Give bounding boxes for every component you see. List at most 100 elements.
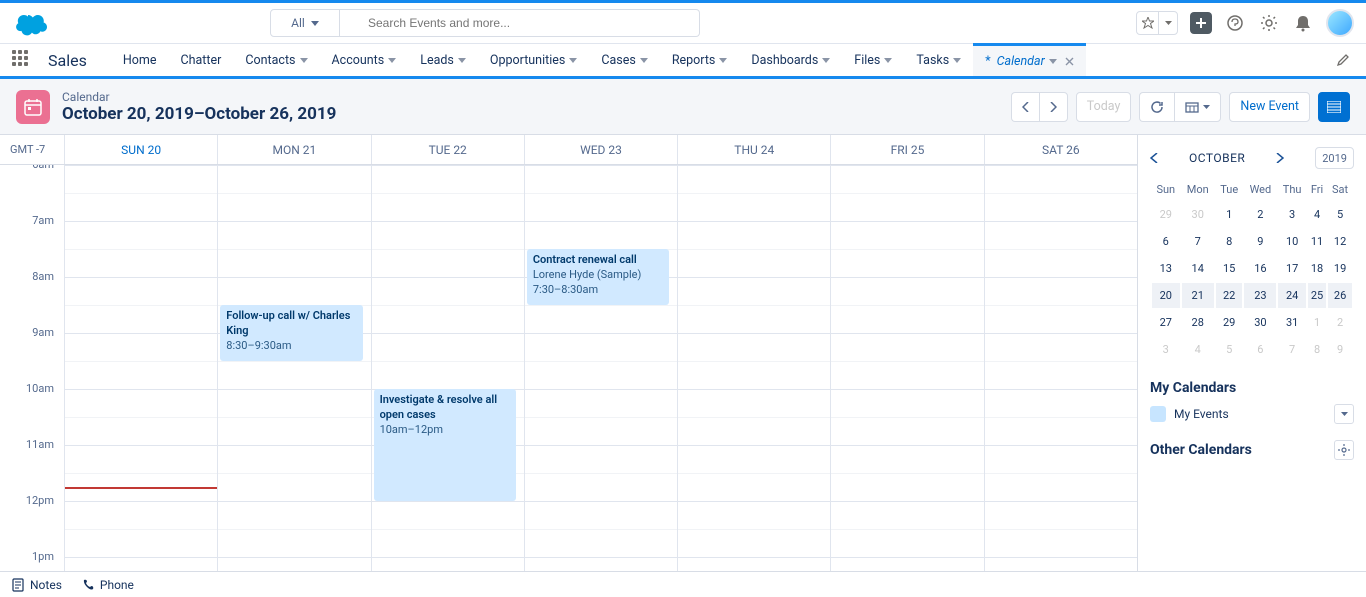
refresh-button[interactable]: [1139, 92, 1174, 122]
mini-cal-day[interactable]: 10: [1278, 229, 1306, 254]
mini-cal-day[interactable]: 6: [1152, 229, 1180, 254]
chevron-down-icon[interactable]: [388, 58, 396, 63]
phone-utility[interactable]: Phone: [82, 578, 134, 592]
mini-cal-day[interactable]: 24: [1278, 283, 1306, 308]
mini-cal-day[interactable]: 2: [1244, 202, 1276, 227]
mini-cal-day[interactable]: 14: [1182, 256, 1214, 281]
chevron-down-icon[interactable]: [719, 58, 727, 63]
day-column[interactable]: [677, 165, 830, 571]
search-input[interactable]: [340, 9, 700, 37]
search-scope-dropdown[interactable]: All: [270, 9, 340, 37]
mini-cal-day[interactable]: 8: [1308, 337, 1326, 362]
mini-cal-day[interactable]: 4: [1308, 202, 1326, 227]
mini-cal-next-button[interactable]: [1276, 153, 1284, 163]
user-avatar[interactable]: [1326, 9, 1354, 37]
nav-tab-files[interactable]: Files: [842, 44, 904, 76]
chevron-down-icon[interactable]: [300, 58, 308, 63]
mini-cal-day[interactable]: 12: [1328, 229, 1352, 254]
chevron-down-icon[interactable]: [822, 58, 830, 63]
day-column[interactable]: [64, 165, 217, 571]
mini-cal-day[interactable]: 31: [1278, 310, 1306, 335]
chevron-down-icon[interactable]: [458, 58, 466, 63]
my-events-color-swatch[interactable]: [1150, 406, 1166, 422]
nav-tab-dashboards[interactable]: Dashboards: [739, 44, 842, 76]
mini-cal-day[interactable]: 16: [1244, 256, 1276, 281]
mini-cal-day[interactable]: 19: [1328, 256, 1352, 281]
mini-cal-day[interactable]: 3: [1152, 337, 1180, 362]
mini-cal-day[interactable]: 30: [1182, 202, 1214, 227]
chevron-down-icon[interactable]: [640, 58, 648, 63]
nav-tab-chatter[interactable]: Chatter: [168, 44, 233, 76]
next-week-button[interactable]: [1039, 92, 1068, 122]
day-column[interactable]: [830, 165, 983, 571]
mini-cal-day[interactable]: 13: [1152, 256, 1180, 281]
mini-cal-day[interactable]: 5: [1328, 202, 1352, 227]
nav-tab-calendar[interactable]: Calendar: [973, 43, 1086, 76]
mini-cal-day[interactable]: 3: [1278, 202, 1306, 227]
calendar-event[interactable]: Contract renewal callLorene Hyde (Sample…: [527, 249, 669, 305]
day-column[interactable]: Contract renewal callLorene Hyde (Sample…: [524, 165, 677, 571]
mini-cal-day[interactable]: 8: [1216, 229, 1242, 254]
nav-tab-leads[interactable]: Leads: [408, 44, 478, 76]
mini-cal-day[interactable]: 11: [1308, 229, 1326, 254]
mini-cal-day[interactable]: 28: [1182, 310, 1214, 335]
mini-cal-day[interactable]: 7: [1182, 229, 1214, 254]
mini-cal-day[interactable]: 21: [1182, 283, 1214, 308]
day-header[interactable]: FRI 25: [830, 135, 983, 164]
nav-tab-opportunities[interactable]: Opportunities: [478, 44, 589, 76]
mini-cal-day[interactable]: 27: [1152, 310, 1180, 335]
nav-tab-contacts[interactable]: Contacts: [233, 44, 319, 76]
edit-nav-pencil-icon[interactable]: [1336, 53, 1350, 67]
salesforce-logo[interactable]: [12, 9, 52, 37]
app-launcher-icon[interactable]: [12, 50, 32, 70]
mini-cal-day[interactable]: 22: [1216, 283, 1242, 308]
prev-week-button[interactable]: [1011, 92, 1039, 122]
calendar-event[interactable]: Investigate & resolve all open cases10am…: [374, 389, 516, 501]
mini-cal-prev-button[interactable]: [1150, 153, 1158, 163]
mini-cal-year[interactable]: 2019: [1315, 147, 1354, 169]
mini-cal-day[interactable]: 1: [1308, 310, 1326, 335]
side-panel-toggle-button[interactable]: [1318, 92, 1350, 122]
day-header[interactable]: MON 21: [217, 135, 370, 164]
calendar-event[interactable]: Follow-up call w/ Charles King8:30–9:30a…: [220, 305, 362, 361]
close-icon[interactable]: [1065, 57, 1074, 66]
view-dropdown-button[interactable]: [1174, 92, 1221, 122]
day-header[interactable]: TUE 22: [371, 135, 524, 164]
mini-cal-day[interactable]: 4: [1182, 337, 1214, 362]
favorites-button[interactable]: [1136, 11, 1178, 35]
mini-cal-day[interactable]: 6: [1244, 337, 1276, 362]
today-button[interactable]: Today: [1076, 92, 1132, 122]
day-header[interactable]: SUN 20: [64, 135, 217, 164]
chevron-down-icon[interactable]: [884, 58, 892, 63]
other-calendars-settings-button[interactable]: [1334, 440, 1354, 460]
mini-cal-day[interactable]: 20: [1152, 283, 1180, 308]
day-header[interactable]: SAT 26: [984, 135, 1137, 164]
mini-cal-day[interactable]: 29: [1152, 202, 1180, 227]
mini-cal-day[interactable]: 5: [1216, 337, 1242, 362]
mini-cal-day[interactable]: 17: [1278, 256, 1306, 281]
chevron-down-icon[interactable]: [1049, 59, 1057, 64]
mini-cal-day[interactable]: 7: [1278, 337, 1306, 362]
mini-cal-day[interactable]: 29: [1216, 310, 1242, 335]
day-column[interactable]: Investigate & resolve all open cases10am…: [371, 165, 524, 571]
nav-tab-accounts[interactable]: Accounts: [320, 44, 409, 76]
mini-cal-day[interactable]: 9: [1328, 337, 1352, 362]
mini-cal-day[interactable]: 2: [1328, 310, 1352, 335]
mini-cal-day[interactable]: 23: [1244, 283, 1276, 308]
nav-tab-home[interactable]: Home: [111, 44, 169, 76]
mini-cal-day[interactable]: 1: [1216, 202, 1242, 227]
day-column[interactable]: Follow-up call w/ Charles King8:30–9:30a…: [217, 165, 370, 571]
new-event-button[interactable]: New Event: [1229, 92, 1310, 122]
day-column[interactable]: [984, 165, 1137, 571]
mini-cal-day[interactable]: 18: [1308, 256, 1326, 281]
nav-tab-cases[interactable]: Cases: [589, 44, 659, 76]
nav-tab-tasks[interactable]: Tasks: [904, 44, 973, 76]
my-events-menu-button[interactable]: [1334, 404, 1354, 424]
mini-cal-day[interactable]: 15: [1216, 256, 1242, 281]
mini-cal-day[interactable]: 26: [1328, 283, 1352, 308]
mini-cal-day[interactable]: 9: [1244, 229, 1276, 254]
nav-tab-reports[interactable]: Reports: [660, 44, 740, 76]
day-header[interactable]: WED 23: [524, 135, 677, 164]
global-actions-button[interactable]: [1190, 12, 1212, 34]
chevron-down-icon[interactable]: [569, 58, 577, 63]
